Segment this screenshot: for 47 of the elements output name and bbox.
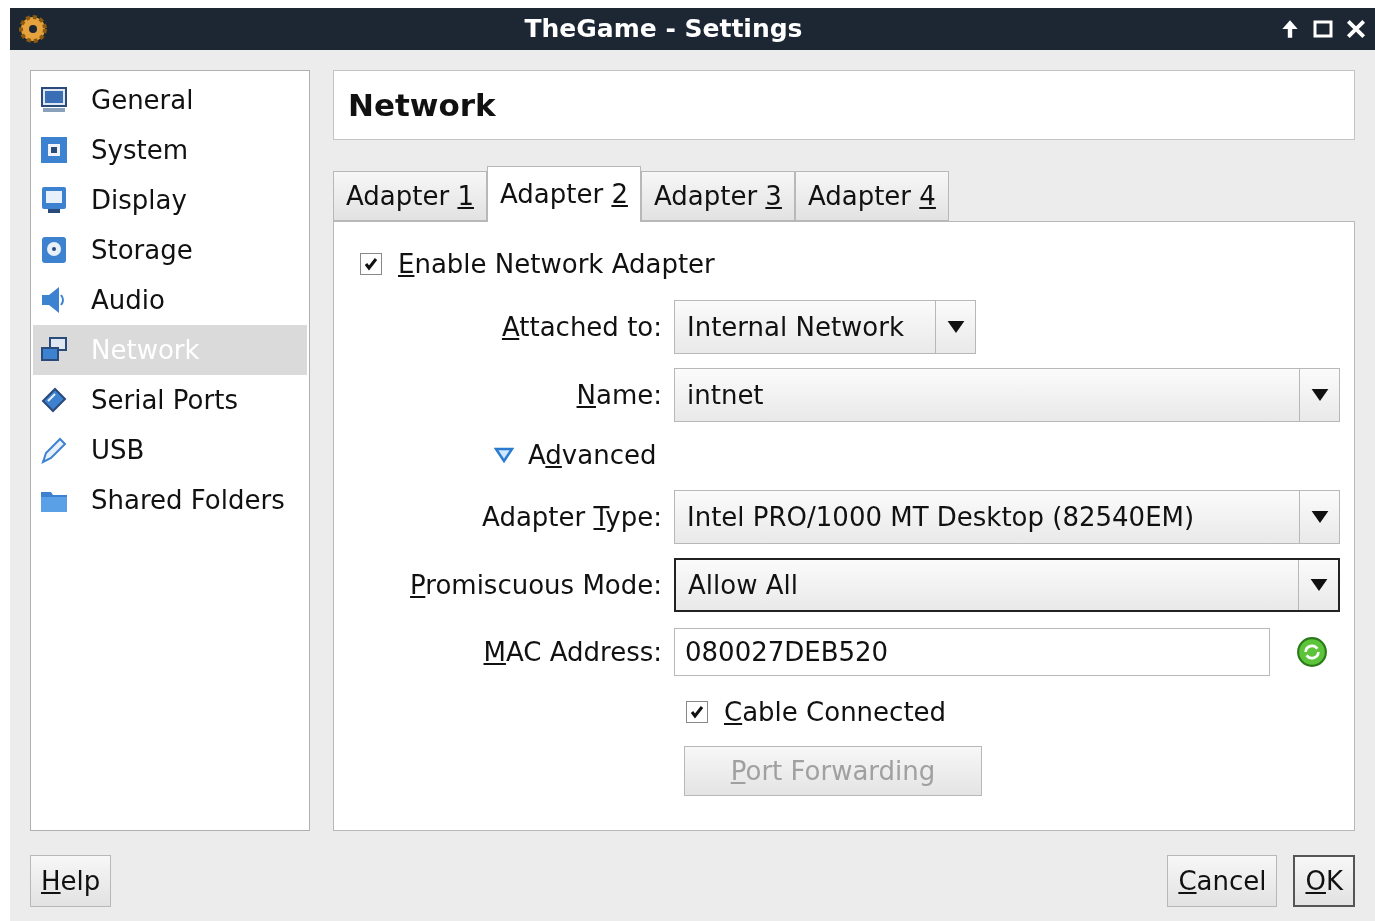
page-header: Network xyxy=(333,70,1355,140)
checkbox[interactable] xyxy=(686,701,708,723)
checkmark-icon xyxy=(689,704,705,720)
close-icon[interactable] xyxy=(1345,18,1367,40)
maximize-icon[interactable] xyxy=(1313,19,1333,39)
triangle-icon[interactable] xyxy=(494,445,514,465)
gear-icon xyxy=(18,14,48,44)
sidebar-item[interactable]: Serial Ports xyxy=(33,375,307,425)
chip-icon xyxy=(39,135,69,165)
sidebar-item[interactable]: USB xyxy=(33,425,307,475)
attached-to-dropdown[interactable]: Internal Network xyxy=(674,300,976,354)
checkbox-label: Enable Network Adapter xyxy=(398,247,715,281)
window-title: TheGame - Settings xyxy=(523,13,804,46)
caret-icon xyxy=(1310,389,1329,401)
checkbox[interactable] xyxy=(360,253,382,275)
field-label: Promiscuous Mode: xyxy=(409,568,663,602)
sidebar-item[interactable]: General xyxy=(33,75,307,125)
tab[interactable]: Adapter 3 xyxy=(640,171,795,221)
tab[interactable]: Adapter 2 xyxy=(486,166,641,222)
section-label: Advanced xyxy=(528,438,657,472)
caret-icon xyxy=(1309,579,1328,591)
tab[interactable]: Adapter 1 xyxy=(333,171,487,221)
refresh-icon[interactable] xyxy=(1296,636,1328,668)
field-label: Attached to: xyxy=(500,310,663,344)
caret-icon xyxy=(1310,511,1329,523)
pen-icon xyxy=(39,435,69,465)
field-label: Adapter Type: xyxy=(481,500,663,534)
dialog-button[interactable]: OK xyxy=(1293,855,1355,907)
promiscuous-mode-dropdown[interactable]: Allow All xyxy=(674,558,1340,612)
checkbox-label: Cable Connected xyxy=(724,695,947,729)
checkmark-icon xyxy=(363,256,379,272)
display-icon xyxy=(39,185,69,215)
field-label: MAC Address: xyxy=(482,635,663,669)
sidebar-item[interactable]: Audio xyxy=(33,275,307,325)
monitor-icon xyxy=(39,85,69,115)
input-field[interactable]: 080027DEB520 xyxy=(674,628,1270,676)
sidebar-item[interactable]: Storage xyxy=(33,225,307,275)
sidebar-item[interactable]: System xyxy=(33,125,307,175)
adapter-type-dropdown[interactable]: Intel PRO/1000 MT Desktop (82540EM) xyxy=(674,490,1340,544)
caret-icon xyxy=(946,321,965,333)
help-button[interactable]: Help xyxy=(30,855,112,907)
name-combo[interactable]: intnet xyxy=(674,368,1340,422)
field-label: Name: xyxy=(575,378,663,412)
sidebar-item[interactable]: Display xyxy=(33,175,307,225)
sidebar-item[interactable]: Shared Folders xyxy=(33,475,307,525)
dialog-button[interactable]: Cancel xyxy=(1167,855,1278,907)
tab[interactable]: Adapter 4 xyxy=(794,171,949,221)
